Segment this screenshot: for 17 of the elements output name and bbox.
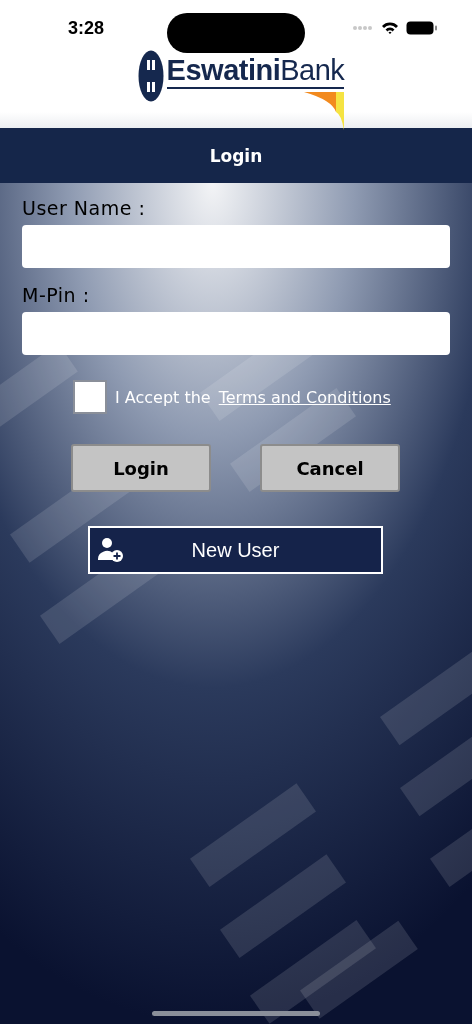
login-button[interactable]: Login <box>71 444 211 492</box>
field-label: M-Pin : <box>22 284 91 306</box>
logo-text: EswatiniBank <box>166 53 345 89</box>
field-label: User Name : <box>22 197 147 219</box>
swoosh-icon <box>304 92 345 130</box>
new-user-button[interactable]: New User <box>88 526 383 574</box>
shield-icon <box>137 50 164 102</box>
signal-icon <box>352 25 374 31</box>
terms-text: I Accept the <box>115 387 211 407</box>
wifi-icon <box>381 21 399 35</box>
status-time: 3:28 <box>68 17 105 39</box>
checkbox[interactable] <box>73 380 107 414</box>
cancel-button[interactable]: Cancel <box>260 444 400 492</box>
battery-icon <box>406 21 438 35</box>
input-field[interactable] <box>22 225 450 268</box>
header-title: Login <box>209 145 263 166</box>
add-user-icon <box>98 537 124 563</box>
